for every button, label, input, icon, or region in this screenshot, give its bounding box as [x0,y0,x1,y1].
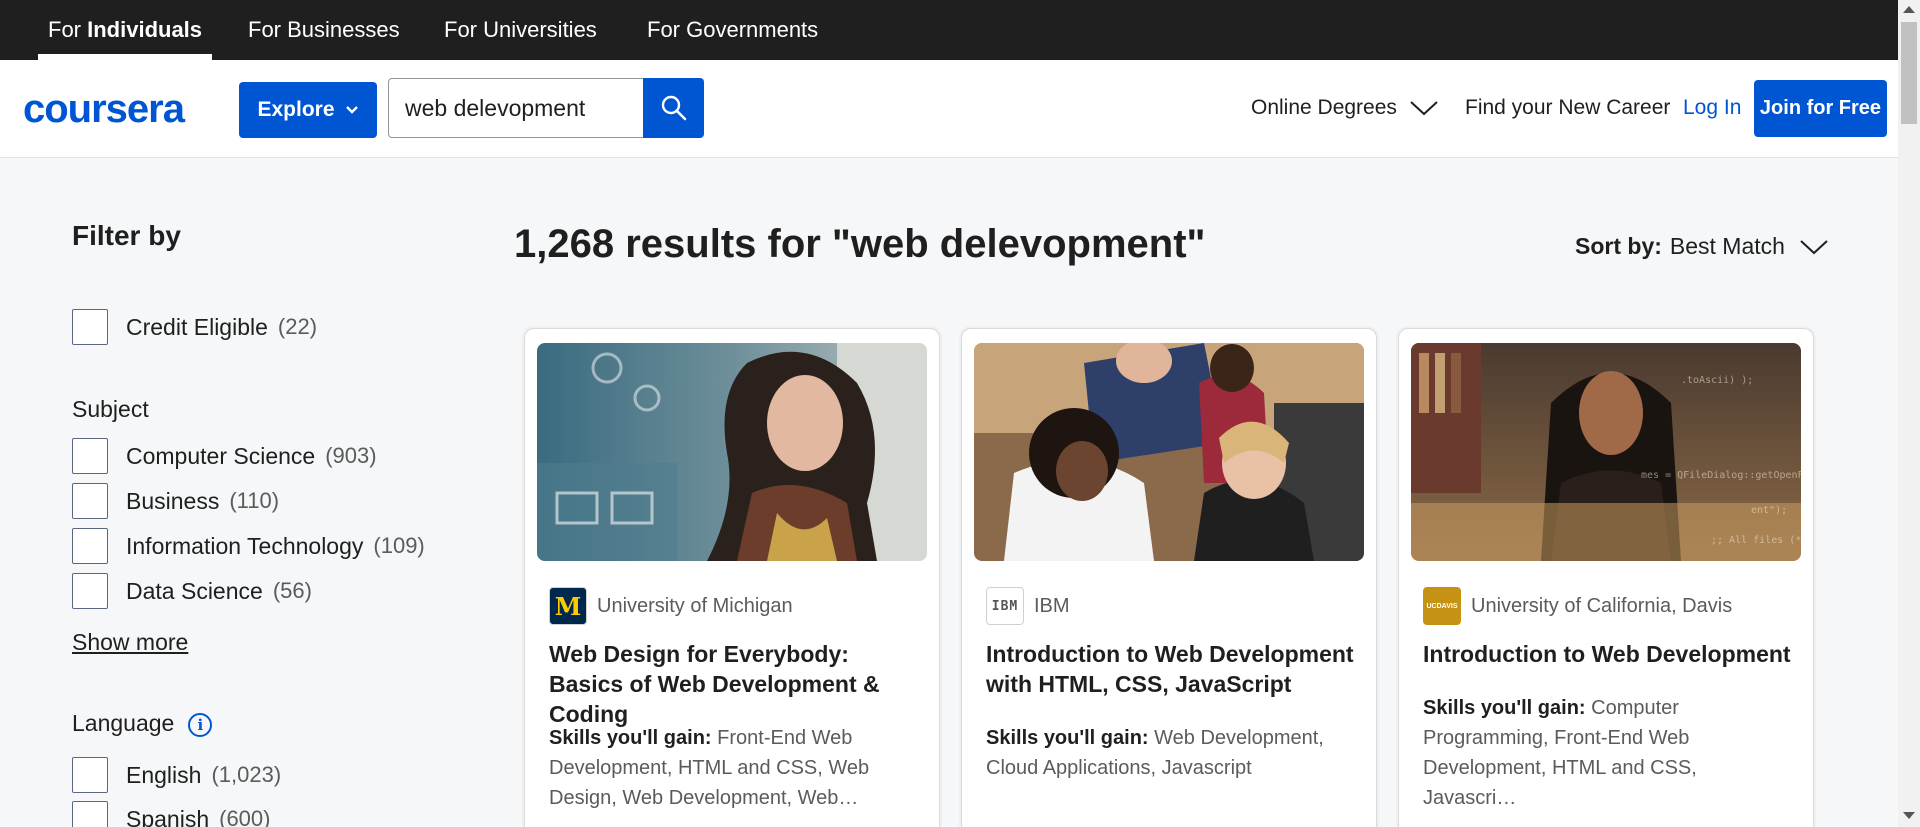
scroll-down-arrow-icon[interactable] [1903,812,1915,819]
audience-nav-bar: For Individuals For Businesses For Unive… [0,0,1920,60]
scroll-up-arrow-icon[interactable] [1903,6,1915,13]
course-card[interactable]: IBM IBM Introduction to Web Development … [961,328,1377,827]
uc-davis-logo-icon: UCDAVIS [1423,587,1461,625]
course-title[interactable]: Web Design for Everybody: Basics of Web … [549,639,919,729]
tab-for-individuals-prefix: For [48,17,88,42]
course-photo: .toAscii) ); mes = QFileDialog::getOpenF… [1411,343,1801,561]
filter-label: Computer Science [126,442,316,469]
filter-count: (109) [373,533,425,558]
filter-credit-eligible[interactable]: Credit Eligible (22) [72,309,317,345]
university-of-michigan-logo-icon: M [549,587,587,625]
filter-count: (110) [229,488,280,513]
filter-subject-option[interactable]: Information Technology (109) [72,528,425,564]
skills-label: Skills you'll gain: [549,727,712,749]
subject-title: Subject [72,396,149,422]
checkbox[interactable] [72,528,108,564]
chevron-down-icon [1410,101,1438,116]
results-title: 1,268 results for "web delevopment" [514,222,1206,266]
course-skills: Skills you'll gain: Web Development, Clo… [986,723,1356,783]
sort-by-dropdown[interactable]: Sort by: Best Match [1575,233,1829,260]
sort-value: Best Match [1669,233,1785,259]
site-header: coursera Explore web delevopment Online … [0,60,1898,158]
checkbox[interactable] [72,438,108,474]
chevron-down-icon [1800,239,1828,254]
course-image [537,343,927,561]
online-degrees-menu[interactable]: Online Degrees [1251,88,1439,128]
sort-label: Sort by: [1575,233,1662,259]
filter-label: Credit Eligible [126,313,268,340]
svg-text:;; All files (*.: ;; All files (*. [1711,535,1801,546]
filter-count: (600) [219,806,271,827]
chevron-down-icon [345,106,358,114]
filter-label: English [126,761,202,788]
course-card[interactable]: .toAscii) ); mes = QFileDialog::getOpenF… [1398,328,1814,827]
filter-label: Information Technology [126,532,364,559]
filter-label: Spanish [126,805,210,827]
filter-count: (1,023) [211,762,282,787]
tab-for-universities[interactable]: For Universities [434,0,607,60]
partner-info: M University of Michigan [549,587,793,625]
checkbox[interactable] [72,801,108,827]
filter-label: Data Science [126,577,263,604]
info-icon[interactable]: i [188,712,213,737]
join-for-free-button[interactable]: Join for Free [1754,80,1887,137]
checkbox[interactable] [72,483,108,519]
filter-language-option[interactable]: English (1,023) [72,757,281,793]
svg-text:ent");: ent"); [1751,505,1787,516]
search-input[interactable]: web delevopment [388,78,644,138]
course-title[interactable]: Introduction to Web Development [1423,639,1793,669]
tab-for-individuals[interactable]: For Individuals [38,0,213,60]
ibm-logo-icon: IBM [986,587,1024,625]
partner-name: University of California, Davis [1471,594,1733,617]
scrollbar-thumb[interactable] [1901,22,1917,124]
tab-for-individuals-bold: Individuals [87,17,203,42]
find-career-link[interactable]: Find your New Career [1465,88,1670,128]
search-icon [661,95,686,121]
partner-name: IBM [1034,594,1070,617]
filter-subject-option[interactable]: Data Science (56) [72,573,312,609]
partner-name: University of Michigan [597,594,793,617]
search-button[interactable] [643,78,704,138]
course-skills: Skills you'll gain: Front-End Web Develo… [549,723,919,813]
checkbox[interactable] [72,757,108,793]
filter-title: Filter by [72,220,181,251]
course-card[interactable]: M University of Michigan Web Design for … [524,328,940,827]
partner-info: IBM IBM [986,587,1070,625]
course-skills: Skills you'll gain: Computer Programming… [1423,693,1793,813]
explore-label: Explore [257,98,335,121]
filter-label: Business [126,487,220,514]
filter-count: (56) [272,578,312,603]
filter-subject-option[interactable]: Business (110) [72,483,279,519]
course-image [974,343,1364,561]
course-title[interactable]: Introduction to Web Development with HTM… [986,639,1356,699]
language-title-label: Language [72,710,175,736]
course-photo [537,343,927,561]
filter-count: (22) [277,314,318,339]
coursera-logo-text: coursera [23,87,186,131]
show-more-subjects-link[interactable]: Show more [72,629,188,656]
page-scrollbar[interactable] [1898,0,1920,827]
filter-count: (903) [325,443,377,468]
svg-text:.toAscii) );: .toAscii) ); [1681,375,1753,386]
language-title: Language i [72,710,213,737]
checkbox[interactable] [72,309,108,345]
skills-label: Skills you'll gain: [986,727,1149,749]
explore-button[interactable]: Explore [239,82,377,138]
tab-for-businesses[interactable]: For Businesses [238,0,410,60]
online-degrees-label: Online Degrees [1251,96,1397,119]
course-photo [974,343,1364,561]
filter-subject-option[interactable]: Computer Science (903) [72,438,377,474]
login-link[interactable]: Log In [1683,88,1741,128]
checkbox[interactable] [72,573,108,609]
skills-label: Skills you'll gain: [1423,697,1586,719]
partner-info: UCDAVIS University of California, Davis [1423,587,1732,625]
tab-for-governments[interactable]: For Governments [637,0,828,60]
course-image: .toAscii) ); mes = QFileDialog::getOpenF… [1411,343,1801,561]
filter-language-option[interactable]: Spanish (600) [72,801,270,827]
svg-text:mes = QFileDialog::getOpenFile: mes = QFileDialog::getOpenFileNames( [1641,470,1801,481]
coursera-logo[interactable]: coursera [23,86,218,132]
